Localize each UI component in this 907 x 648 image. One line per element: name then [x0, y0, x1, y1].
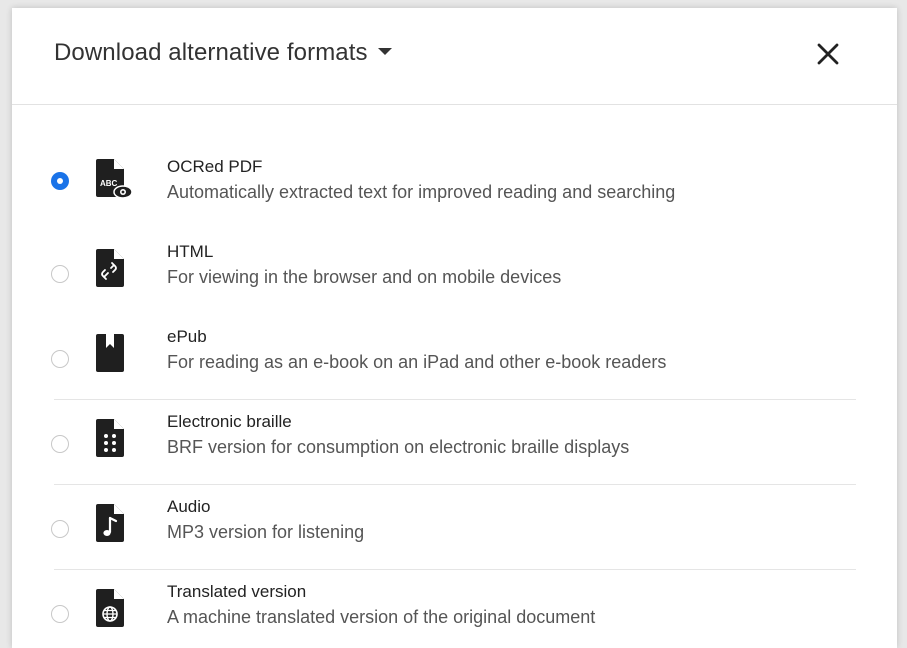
format-text-audio: Audio MP3 version for listening	[167, 496, 364, 544]
format-name: Translated version	[167, 582, 307, 601]
format-description: For reading as an e-book on an iPad and …	[167, 352, 667, 372]
close-icon	[817, 43, 839, 65]
dialog-title: Download alternative formats	[54, 39, 368, 66]
dialog-title-dropdown[interactable]: Download alternative formats	[54, 39, 392, 67]
format-text-html: HTML For viewing in the browser and on m…	[167, 241, 561, 289]
format-radio-epub[interactable]	[51, 350, 69, 368]
format-name: OCRed PDF	[167, 157, 263, 176]
download-formats-dialog: Download alternative formats ABC OCRed P…	[12, 8, 897, 648]
format-description: MP3 version for listening	[167, 522, 365, 542]
format-description: BRF version for consumption on electroni…	[167, 437, 630, 457]
format-option-ocred-pdf[interactable]: ABC OCRed PDF Automatically extracted te…	[12, 147, 897, 232]
format-radio-braille[interactable]	[51, 435, 69, 453]
format-name: ePub	[167, 327, 207, 346]
section-divider	[54, 484, 856, 485]
ocr-pdf-icon: ABC	[96, 159, 132, 199]
format-text-epub: ePub For reading as an e-book on an iPad…	[167, 326, 666, 374]
format-option-html[interactable]: HTML For viewing in the browser and on m…	[12, 232, 897, 317]
globe-icon	[96, 589, 124, 627]
format-option-braille[interactable]: Electronic braille BRF version for consu…	[12, 402, 897, 487]
format-text-ocred-pdf: OCRed PDF Automatically extracted text f…	[167, 156, 675, 204]
format-text-braille: Electronic braille BRF version for consu…	[167, 411, 629, 459]
format-description: A machine translated version of the orig…	[167, 607, 596, 627]
close-button[interactable]	[812, 38, 844, 70]
format-name: Audio	[167, 497, 211, 516]
format-radio-html[interactable]	[51, 265, 69, 283]
format-option-audio[interactable]: Audio MP3 version for listening	[12, 487, 897, 572]
format-radio-ocred-pdf[interactable]	[51, 172, 69, 190]
format-name: Electronic braille	[167, 412, 292, 431]
section-divider	[54, 569, 856, 570]
format-description: Automatically extracted text for improve…	[167, 182, 676, 202]
svg-text:ABC: ABC	[100, 179, 118, 188]
format-radio-audio[interactable]	[51, 520, 69, 538]
audio-note-icon	[96, 504, 124, 542]
format-option-translated[interactable]: Translated version A machine translated …	[12, 572, 897, 648]
ebook-bookmark-icon	[96, 334, 124, 372]
format-name: HTML	[167, 242, 214, 261]
format-text-translated: Translated version A machine translated …	[167, 581, 595, 629]
dialog-header: Download alternative formats	[12, 8, 897, 105]
html-link-icon	[96, 249, 124, 287]
braille-icon	[96, 419, 124, 457]
section-divider	[54, 399, 856, 400]
format-option-epub[interactable]: ePub For reading as an e-book on an iPad…	[12, 317, 897, 402]
format-description: For viewing in the browser and on mobile…	[167, 267, 562, 287]
caret-down-icon	[377, 48, 392, 56]
format-radio-translated[interactable]	[51, 605, 69, 623]
